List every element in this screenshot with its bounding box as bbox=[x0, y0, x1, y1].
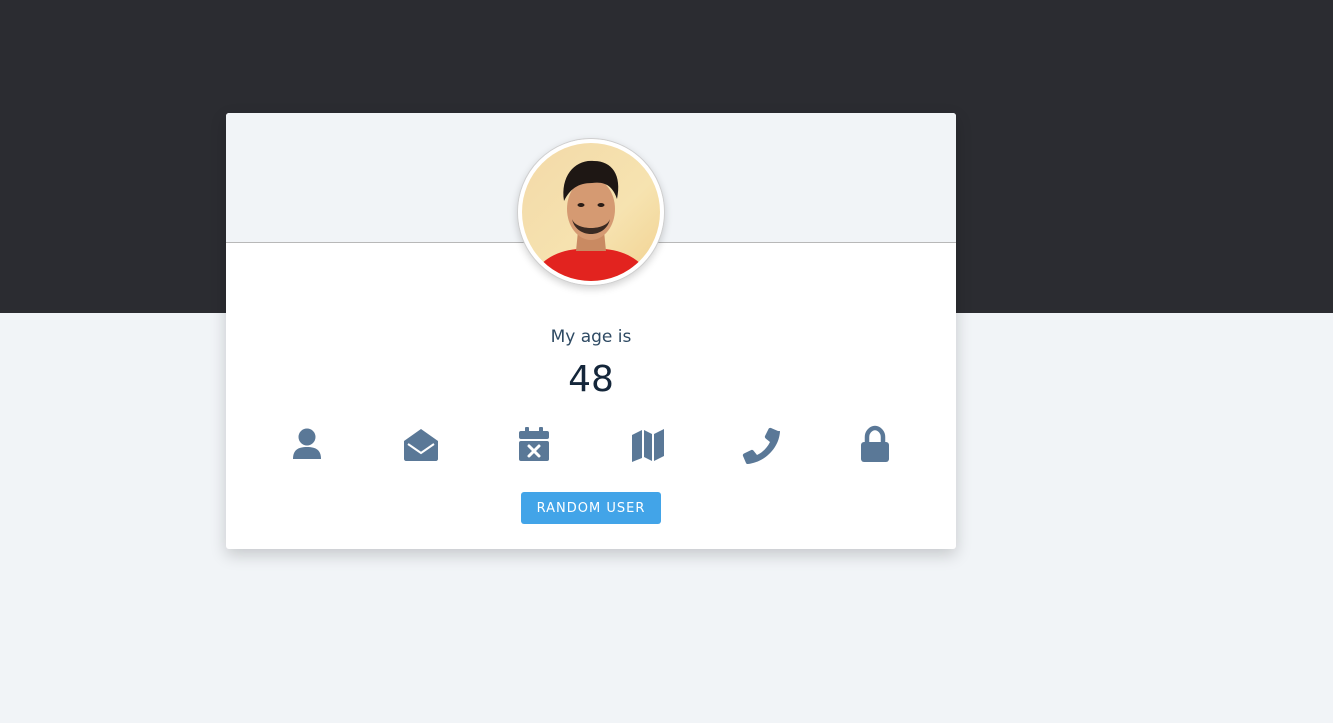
info-icon-bar bbox=[226, 425, 956, 465]
envelope-open-icon[interactable] bbox=[401, 425, 441, 465]
map-icon[interactable] bbox=[628, 425, 668, 465]
calendar-x-icon[interactable] bbox=[514, 425, 554, 465]
phone-icon[interactable] bbox=[742, 425, 782, 465]
lock-icon[interactable] bbox=[855, 425, 895, 465]
random-user-button[interactable]: RANDOM USER bbox=[521, 492, 661, 524]
info-value: 48 bbox=[568, 359, 614, 400]
avatar bbox=[517, 138, 665, 286]
user-icon[interactable] bbox=[287, 425, 327, 465]
avatar-photo bbox=[518, 139, 664, 285]
user-card: My age is 48 RANDOM USER bbox=[226, 113, 956, 549]
info-label: My age is bbox=[550, 327, 632, 347]
